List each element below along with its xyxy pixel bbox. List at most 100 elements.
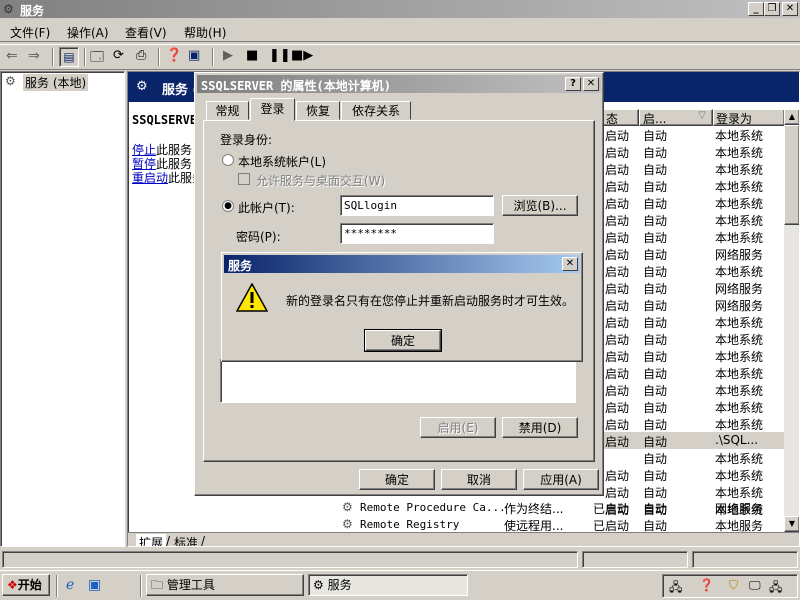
tab-dependencies[interactable]: 依存关系 (341, 101, 411, 120)
table-row[interactable]: 启动 自动 本地系统 (603, 347, 784, 364)
disable-button[interactable]: 禁用(D) (502, 417, 578, 438)
help-icon[interactable]: ❓ (166, 48, 182, 63)
close-button[interactable]: ✕ (583, 77, 599, 91)
table-row[interactable]: 启动 自动 本地系统 (603, 126, 784, 143)
stop-service-icon[interactable]: ■ (246, 48, 258, 63)
table-row[interactable]: 启动 自动 .\SQL... (603, 432, 784, 449)
restart-service-link[interactable]: 重启动 (132, 171, 168, 185)
table-row[interactable]: 启动 自动 网络服务 (603, 279, 784, 296)
allow-desktop-checkbox[interactable] (238, 173, 250, 185)
service-status-cell: 启动 (605, 146, 630, 160)
service-name-cell: Remote Registry (360, 518, 460, 531)
stop-service-link[interactable]: 停止 (132, 143, 156, 157)
table-row[interactable]: 启动 自动 本地系统 (603, 398, 784, 415)
column-header-logon[interactable]: 登录为 (713, 109, 785, 126)
table-row[interactable]: ⚙ Remote Procedure Ca... 作为终结... 已启动 自动 … (342, 499, 782, 516)
table-row[interactable]: 启动 自动 本地系统 (603, 143, 784, 160)
table-row[interactable]: 启动 自动 网络服务 (603, 245, 784, 262)
table-row[interactable]: 启动 自动 本地系统 (603, 364, 784, 381)
table-row[interactable]: 启动 自动 本地系统 (603, 211, 784, 228)
ie-icon[interactable]: ℯ (66, 577, 74, 593)
service-startup-cell: 自动 (643, 265, 668, 279)
this-account-radio[interactable]: ● (222, 200, 234, 212)
menu-view[interactable]: 查看(V) (125, 24, 167, 41)
taskbar-item-admin-tools[interactable]: 🗀 管理工具 (146, 574, 304, 596)
display-icon[interactable]: 🖵 (749, 578, 761, 593)
minimize-button[interactable]: _ (748, 2, 764, 16)
service-logon-cell: 本地系统 (715, 333, 764, 347)
service-logon-cell: 本地系统 (715, 146, 764, 160)
help-button[interactable]: ? (565, 77, 581, 91)
service-status-cell: 启动 (605, 367, 630, 381)
local-system-label[interactable]: 本地系统帐户(L) (238, 153, 326, 170)
hardware-profile-list[interactable] (220, 359, 576, 403)
refresh-icon[interactable]: ⟳ (113, 48, 124, 63)
password-input[interactable]: ******** (340, 223, 494, 244)
forward-icon[interactable]: ⇒ (28, 48, 40, 64)
start-button[interactable]: ❖开始 (2, 574, 50, 596)
table-row[interactable]: 启动 自动 本地系统 (603, 415, 784, 432)
table-row[interactable]: 启动 自动 本地系统 (603, 483, 784, 500)
message-ok-button[interactable]: 确定 (364, 329, 442, 352)
console-icon[interactable]: ▣ (188, 48, 200, 63)
tab-standard[interactable]: 标准 (174, 534, 198, 546)
security-shield-icon[interactable]: ⛉ (729, 578, 738, 593)
menu-action[interactable]: 操作(A) (67, 24, 109, 41)
properties-icon[interactable]: 🗔 (90, 48, 104, 70)
help-tray-icon[interactable]: ❓ (699, 578, 714, 592)
scroll-up-button[interactable]: ▲ (784, 109, 799, 125)
taskbar-item-services[interactable]: ⚙ 服务 (308, 574, 468, 596)
services-task-icon: ⚙ (313, 578, 324, 592)
scroll-thumb[interactable] (784, 125, 799, 225)
table-row[interactable]: 启动 自动 本地系统 (603, 313, 784, 330)
table-row[interactable]: 启动 自动 网络服务 (603, 296, 784, 313)
export-list-icon[interactable]: ⎙ (136, 48, 146, 63)
menu-file[interactable]: 文件(F) (10, 24, 50, 41)
column-header-status[interactable]: 态 (603, 109, 639, 126)
connection-icon[interactable]: 🖧 (769, 578, 782, 599)
table-row[interactable]: 启动 自动 本地系统 (603, 262, 784, 279)
cancel-button[interactable]: 取消 (441, 469, 517, 490)
local-system-radio[interactable] (222, 154, 234, 166)
apply-button[interactable]: 应用(A) (523, 469, 599, 490)
tab-recovery[interactable]: 恢复 (296, 101, 340, 120)
table-row[interactable]: 启动 自动 本地系统 (603, 228, 784, 245)
tab-general[interactable]: 常规 (206, 101, 249, 120)
sort-descending-icon: ▽ (698, 110, 706, 121)
service-startup-cell: 自动 (643, 333, 668, 347)
service-logon-cell: 本地系统 (715, 231, 764, 245)
table-row[interactable]: ⚙ Remote Registry 使远程用... 已启动 自动 本地服务 (342, 516, 782, 533)
vertical-scrollbar[interactable]: ▲ ▼ (784, 109, 799, 532)
tab-logon[interactable]: 登录 (250, 98, 295, 121)
this-account-label[interactable]: 此帐户(T): (238, 199, 295, 216)
pause-service-link[interactable]: 暂停 (132, 157, 156, 171)
column-header-startup[interactable]: 启... ▽ (639, 109, 713, 126)
restore-button[interactable]: ❐ (764, 2, 780, 16)
table-row[interactable]: 启动 自动 本地系统 (603, 466, 784, 483)
explorer-icon[interactable]: ▣ (88, 577, 101, 593)
browse-button[interactable]: 浏览(B)... (502, 195, 578, 216)
close-button[interactable]: ✕ (562, 257, 578, 271)
table-row[interactable]: 自动 本地系统 (603, 449, 784, 466)
table-row[interactable]: 启动 自动 本地系统 (603, 381, 784, 398)
service-startup-cell: 自动 (643, 316, 668, 330)
network-icon[interactable]: 🖧 (669, 578, 682, 599)
menu-help[interactable]: 帮助(H) (184, 24, 226, 41)
account-input[interactable]: SQLlogin (340, 195, 494, 216)
start-service-icon[interactable]: ▶ (223, 48, 233, 63)
close-button[interactable]: ✕ (782, 2, 798, 16)
enable-button[interactable]: 启用(E) (420, 417, 496, 438)
service-logon-cell: 网络服务 (715, 502, 764, 516)
tree-root-services-local[interactable]: 服务 (本地) (23, 74, 89, 91)
back-icon[interactable]: ⇐ (6, 48, 18, 64)
scroll-down-button[interactable]: ▼ (784, 516, 799, 532)
table-row[interactable]: 启动 自动 本地系统 (603, 160, 784, 177)
restart-service-icon[interactable]: ■▶ (291, 48, 313, 63)
table-row[interactable]: 启动 自动 本地系统 (603, 194, 784, 211)
ok-button[interactable]: 确定 (359, 469, 435, 490)
tab-extended[interactable]: 扩展 (136, 534, 167, 546)
show-hide-tree-icon[interactable]: ▤ (59, 47, 79, 67)
table-row[interactable]: 启动 自动 本地系统 (603, 330, 784, 347)
table-row[interactable]: 启动 自动 本地系统 (603, 177, 784, 194)
pause-service-icon[interactable]: ❚❚ (269, 48, 291, 63)
